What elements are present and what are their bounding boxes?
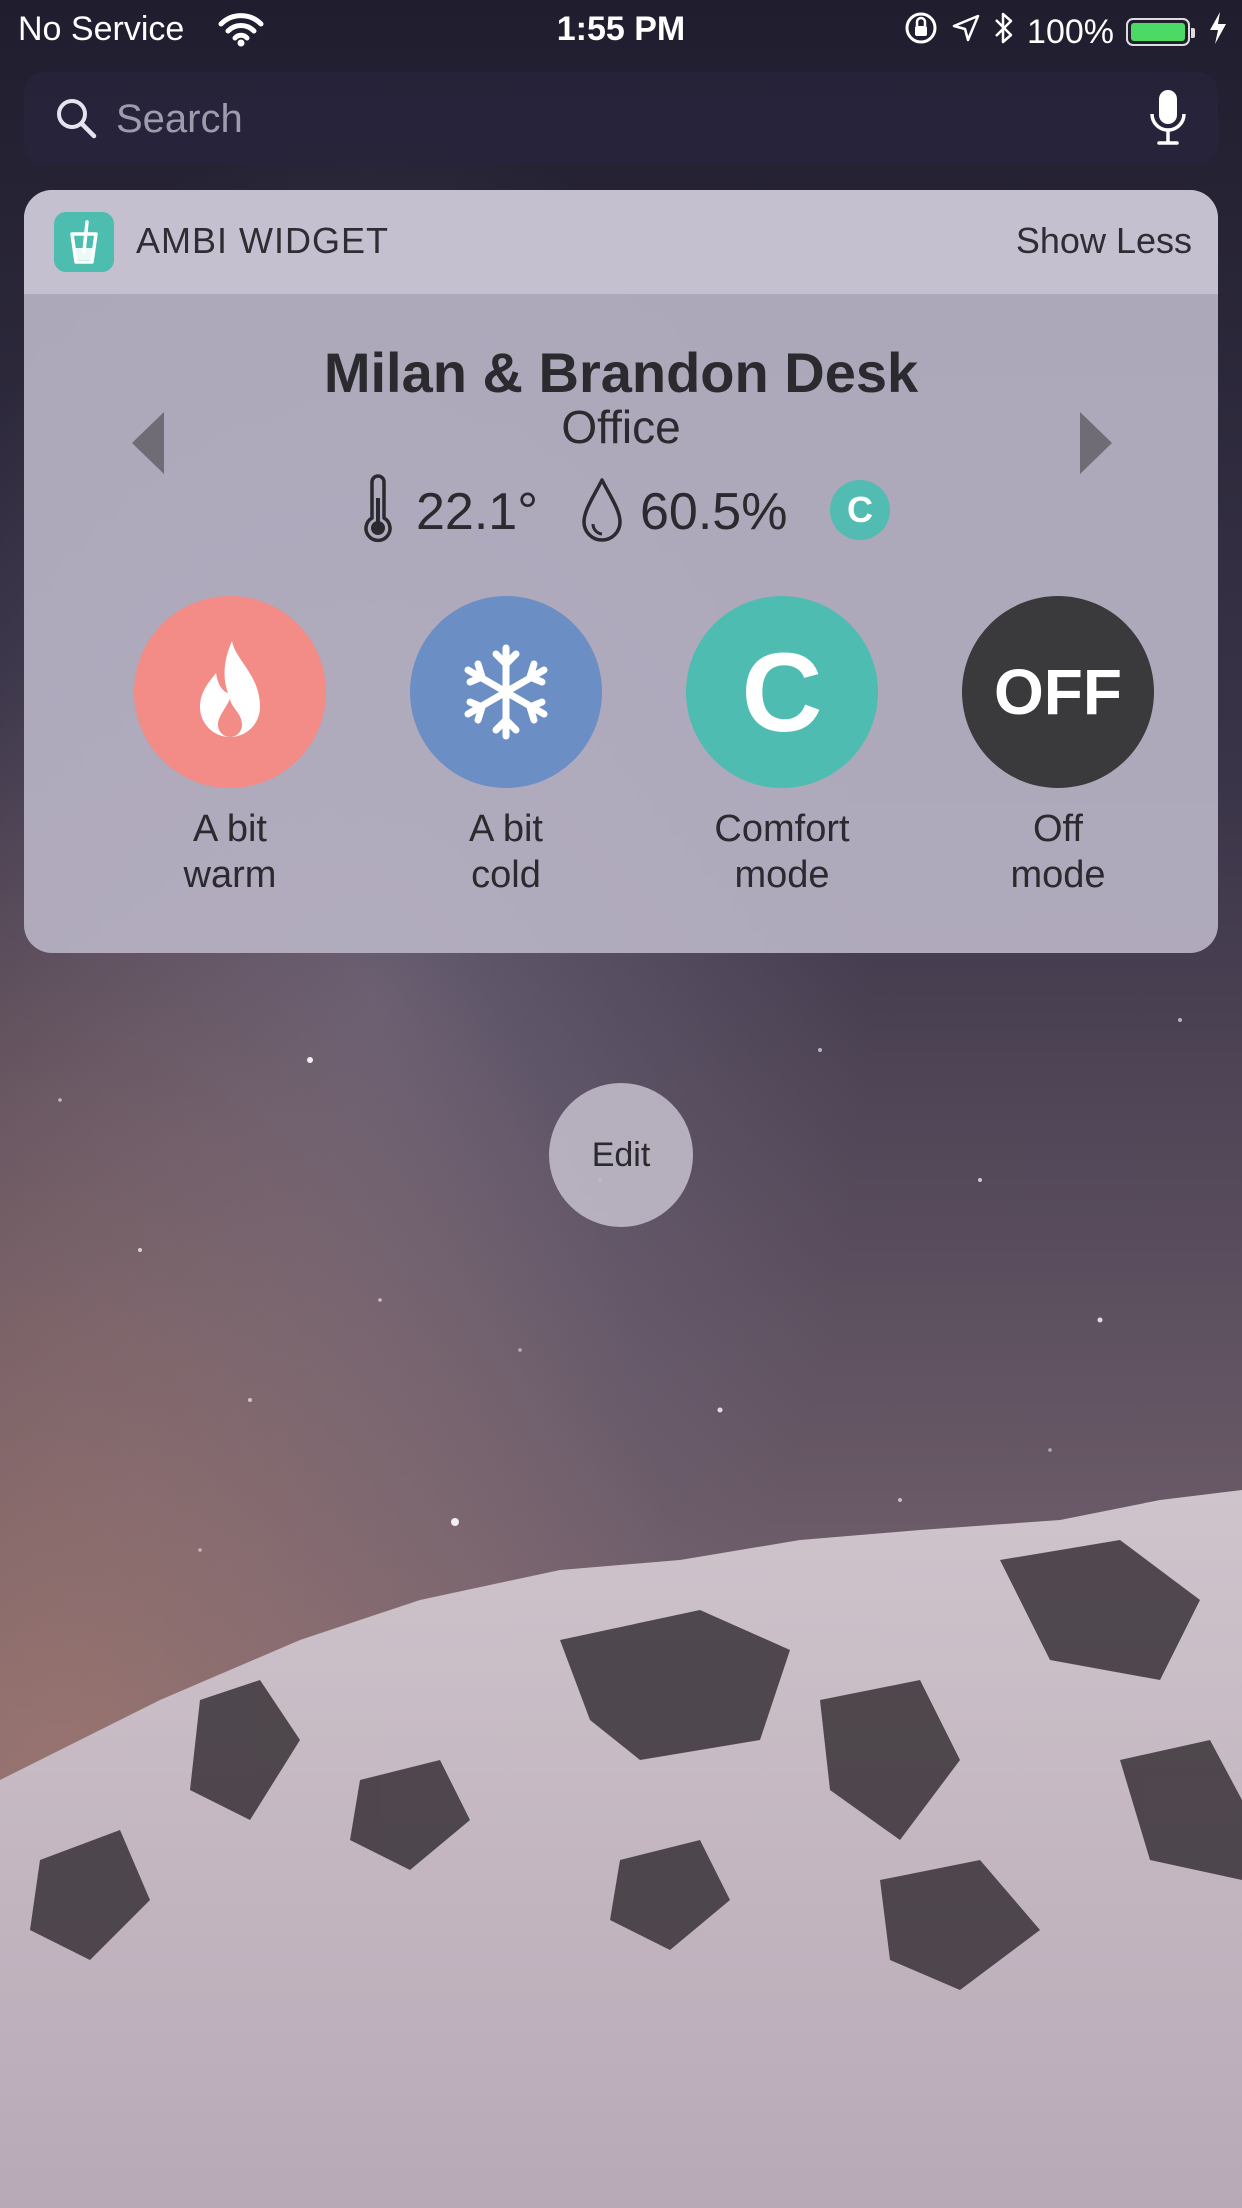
mode-label-line2: mode xyxy=(734,854,830,896)
device-readings: 22.1° 60.5% C xyxy=(24,474,1218,546)
device-room: Office xyxy=(561,401,681,453)
widget-header: AMBI WIDGET Show Less xyxy=(24,190,1218,294)
mode-label-line1: Off xyxy=(1033,808,1083,850)
orientation-lock-icon xyxy=(903,10,939,55)
mode-a-bit-cold-label: A bit cold xyxy=(386,806,626,898)
mode-label-line1: A bit xyxy=(469,808,543,850)
current-mode-badge: C xyxy=(830,480,890,540)
search-icon xyxy=(54,96,98,145)
mode-a-bit-warm-button[interactable]: A bit warm xyxy=(110,596,350,898)
snowflake-icon xyxy=(464,644,548,740)
mode-off-label: Off mode xyxy=(938,806,1178,898)
widget-app-name: AMBI WIDGET xyxy=(136,220,389,261)
mic-icon[interactable] xyxy=(1148,88,1188,153)
humidity-drop-icon xyxy=(580,474,624,551)
mode-label-line2: warm xyxy=(183,854,277,896)
charging-icon xyxy=(1208,11,1228,54)
search-bar[interactable] xyxy=(24,72,1218,164)
mode-comfort-button[interactable]: C Comfort mode xyxy=(662,596,902,898)
thermometer-icon xyxy=(358,474,398,551)
mode-off-circle[interactable]: OFF xyxy=(962,596,1154,788)
location-icon xyxy=(951,13,981,52)
mode-a-bit-warm-label: A bit warm xyxy=(110,806,350,898)
battery-percent: 100% xyxy=(1027,12,1114,51)
status-bar: No Service 1:55 PM 100% xyxy=(0,0,1242,62)
mode-label-line2: mode xyxy=(1010,854,1106,896)
show-less-button[interactable]: Show Less xyxy=(1016,220,1192,262)
mode-off-button[interactable]: OFF Off mode xyxy=(938,596,1178,898)
ambi-app-icon xyxy=(54,212,114,272)
mode-label-line2: cold xyxy=(471,854,541,896)
search-input[interactable] xyxy=(114,86,1118,152)
mode-a-bit-cold-button[interactable]: A bit cold xyxy=(386,596,626,898)
temperature-value: 22.1° xyxy=(416,483,539,541)
mode-a-bit-warm-circle[interactable] xyxy=(134,596,326,788)
humidity-value: 60.5% xyxy=(640,483,788,541)
comfort-glyph: C xyxy=(741,629,823,755)
ambi-widget: AMBI WIDGET Show Less Milan & Brandon De… xyxy=(24,190,1218,953)
off-glyph: OFF xyxy=(994,656,1122,728)
device-name: Milan & Brandon Desk xyxy=(323,341,919,404)
mode-comfort-label: Comfort mode xyxy=(662,806,902,898)
mode-a-bit-cold-circle[interactable] xyxy=(410,596,602,788)
mode-buttons: A bit warm A bit cold C Comfort mode OFF… xyxy=(24,596,1218,916)
bluetooth-icon xyxy=(993,10,1015,55)
edit-button[interactable]: Edit xyxy=(549,1083,693,1227)
status-right-group: 100% xyxy=(903,10,1228,54)
mode-comfort-circle[interactable]: C xyxy=(686,596,878,788)
battery-icon xyxy=(1126,18,1195,46)
flame-icon xyxy=(200,641,260,737)
mode-label-line1: Comfort xyxy=(714,808,850,850)
mode-label-line1: A bit xyxy=(193,808,267,850)
